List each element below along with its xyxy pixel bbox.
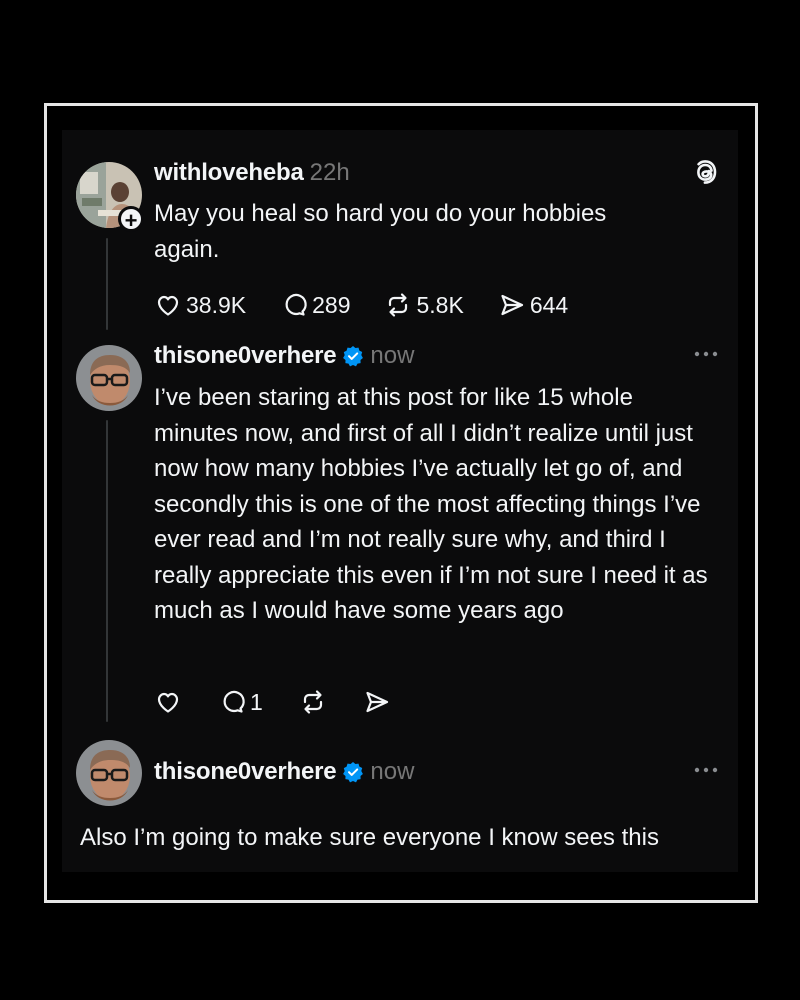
username[interactable]: withloveheba	[154, 159, 304, 187]
post-text: I’ve been staring at this post for like …	[154, 384, 708, 624]
repost-button[interactable]	[299, 688, 327, 716]
comment-icon	[285, 293, 307, 316]
share-button[interactable]	[363, 688, 391, 716]
heart-icon	[157, 295, 179, 316]
like-button[interactable]: 38.9K	[154, 291, 246, 319]
follow-plus-icon[interactable]: +	[118, 206, 144, 233]
post-text: May you heal so hard you do your hobbies…	[154, 200, 607, 263]
share-count: 644	[529, 291, 569, 318]
thread-line	[106, 238, 108, 330]
avatar[interactable]	[76, 345, 142, 411]
reply-button[interactable]: 1	[218, 688, 263, 716]
more-options-icon[interactable]	[693, 766, 719, 774]
like-button[interactable]	[154, 688, 182, 716]
post-meta: withloveheba 22h	[154, 159, 350, 187]
send-icon	[501, 294, 523, 316]
avatar-photo	[76, 740, 142, 806]
like-count: 38.9K	[186, 291, 247, 318]
avatar[interactable]	[76, 740, 142, 806]
verified-badge-icon	[343, 762, 364, 783]
thread-line	[106, 420, 108, 722]
post-text: Also I’m going to make sure everyone I k…	[80, 824, 659, 851]
post-actions: 38.9K 289 5.8K 644	[154, 291, 568, 319]
reply-count: 1	[250, 688, 263, 715]
post-actions: 1	[154, 688, 391, 716]
username[interactable]: thisone0verhere	[154, 342, 337, 370]
timestamp: now	[370, 342, 415, 369]
send-icon	[366, 691, 388, 713]
timestamp: now	[370, 758, 415, 785]
share-button[interactable]: 644	[498, 291, 568, 319]
repost-icon	[389, 293, 408, 317]
repost-icon	[303, 690, 322, 714]
reply-count: 289	[312, 291, 351, 318]
username[interactable]: thisone0verhere	[154, 758, 337, 786]
verified-badge-icon	[343, 346, 364, 367]
repost-count: 5.8K	[416, 291, 464, 318]
heart-icon	[157, 692, 179, 713]
more-options-icon[interactable]	[693, 350, 719, 358]
post-meta: thisone0verhere now	[154, 342, 414, 370]
threads-logo-icon[interactable]	[691, 158, 719, 186]
timestamp: 22h	[309, 159, 350, 186]
post-meta: thisone0verhere now	[154, 758, 414, 786]
repost-button[interactable]: 5.8K	[384, 291, 464, 319]
avatar-photo	[76, 345, 142, 411]
reply-button[interactable]: 289	[280, 291, 350, 319]
comment-icon	[223, 690, 245, 713]
